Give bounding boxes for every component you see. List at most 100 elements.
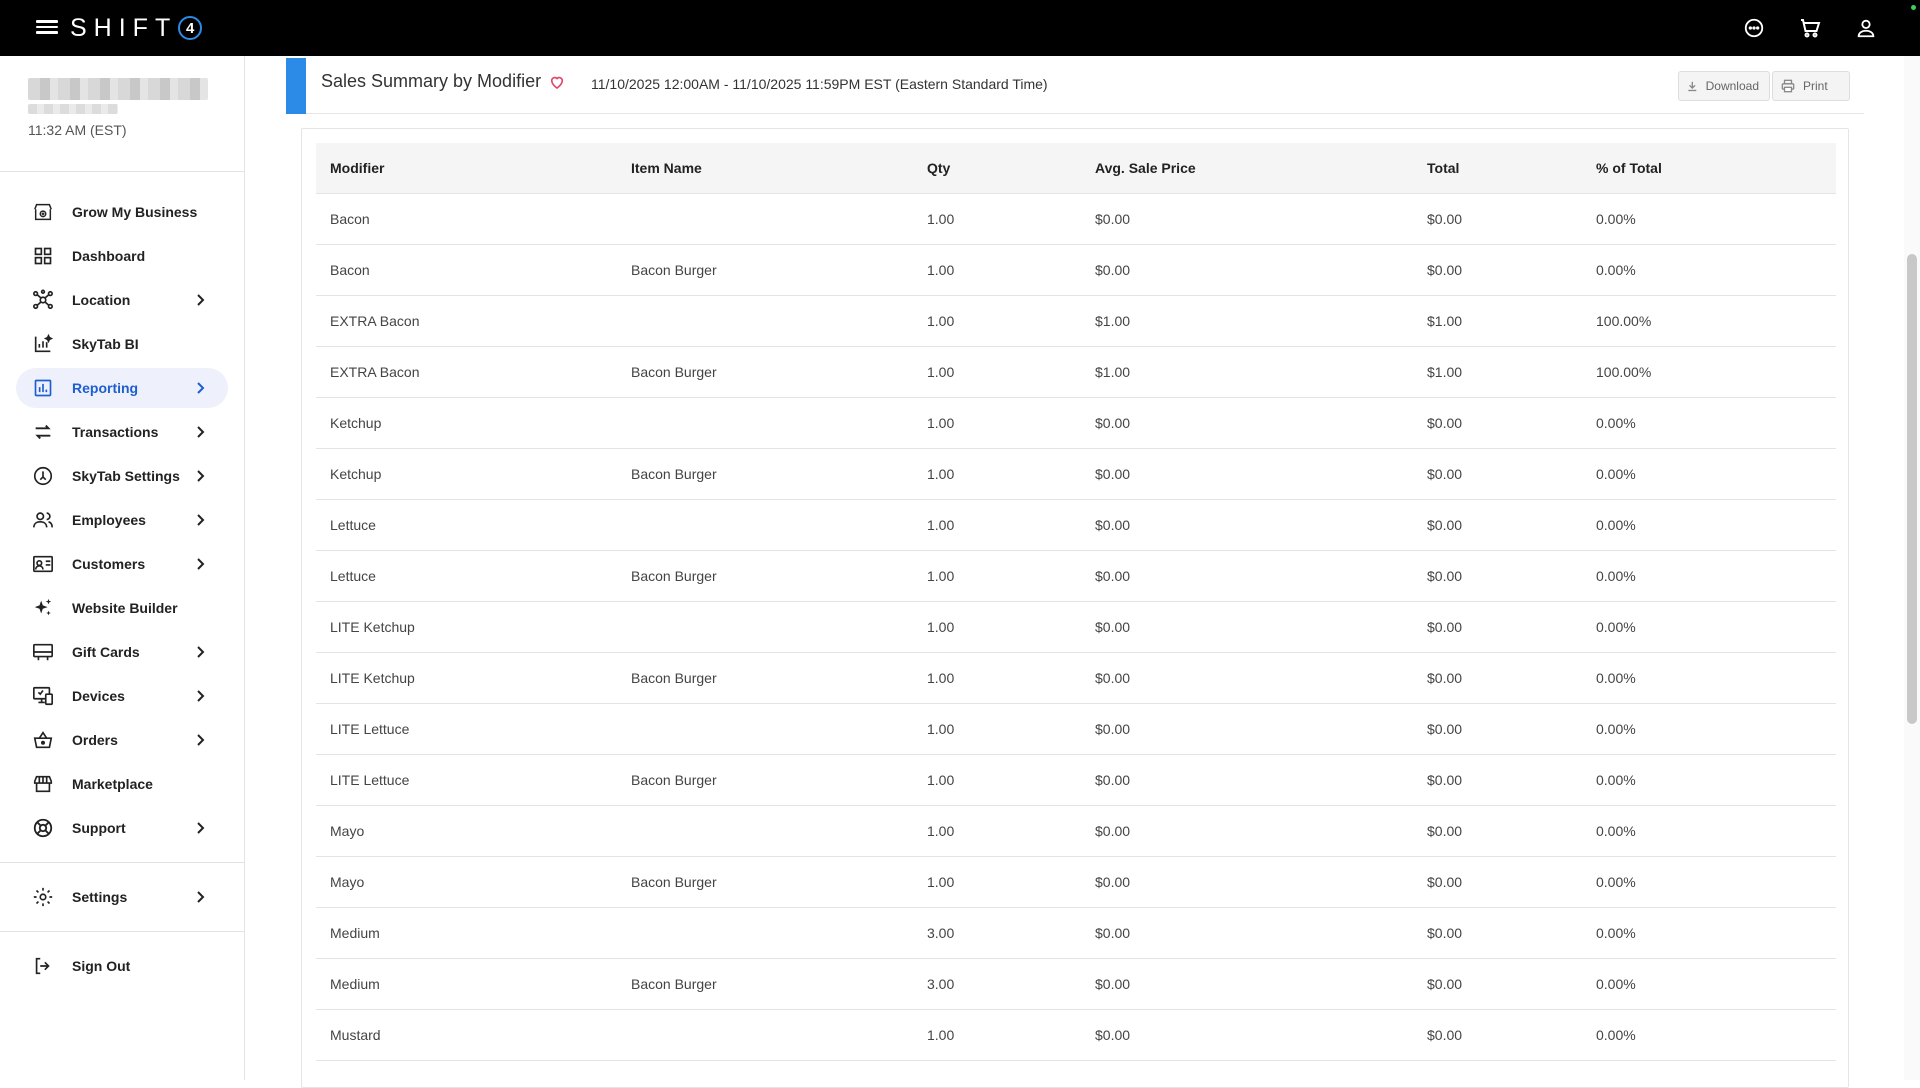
table-cell: 1.00	[927, 210, 955, 227]
table-cell: $1.00	[1427, 312, 1463, 329]
store-growth-icon	[32, 201, 54, 223]
sidebar-item-support[interactable]: Support	[16, 808, 228, 848]
column-header[interactable]: Avg. Sale Price	[1081, 143, 1413, 193]
user-account-icon[interactable]	[1852, 14, 1880, 42]
sidebar-item-employees[interactable]: Employees	[16, 500, 228, 540]
table-row: Bacon 1.00 $0.00 $0.00 0.00%	[316, 193, 1836, 244]
table-cell: Medium	[330, 924, 380, 941]
sidebar-item-label: SkyTab Settings	[72, 468, 180, 484]
sidebar-item-transactions[interactable]: Transactions	[16, 412, 228, 452]
table-cell: 0.00%	[1596, 618, 1636, 635]
sidebar-item-label: Customers	[72, 556, 146, 572]
report-header: Sales Summary by Modifier 11/10/2025 12:…	[286, 56, 1864, 114]
sidebar-item-devices[interactable]: Devices	[16, 676, 228, 716]
sidebar-item-settings[interactable]: Settings	[16, 877, 228, 917]
table-cell: 0.00%	[1596, 261, 1636, 278]
column-header[interactable]: Modifier	[316, 143, 617, 193]
table-cell: Bacon Burger	[631, 771, 717, 788]
table-cell: Mayo	[330, 873, 365, 890]
chevron-right-icon	[197, 514, 205, 526]
sidebar-item-skytab-settings[interactable]: SkyTab Settings	[16, 456, 228, 496]
table-cell: 1.00	[927, 1026, 955, 1043]
table-cell: $0.00	[1427, 1026, 1463, 1043]
gear-icon	[32, 886, 54, 908]
sidebar-item-marketplace[interactable]: Marketplace	[16, 764, 228, 804]
table-cell: $0.00	[1095, 975, 1131, 992]
column-header[interactable]: % of Total	[1582, 143, 1836, 193]
table-row: LITE Lettuce 1.00 $0.00 $0.00 0.00%	[316, 703, 1836, 754]
table-row: Lettuce Bacon Burger 1.00 $0.00 $0.00 0.00%	[316, 550, 1836, 601]
dashboard-grid-icon	[32, 245, 54, 267]
download-button[interactable]: Download	[1678, 71, 1770, 101]
table-cell: 0.00%	[1596, 873, 1636, 890]
nav-divider	[0, 862, 244, 863]
bar-chart-icon	[32, 377, 54, 399]
column-header[interactable]: Item Name	[617, 143, 913, 193]
sidebar-item-orders[interactable]: Orders	[16, 720, 228, 760]
scrollbar-thumb[interactable]	[1907, 254, 1917, 724]
chevron-right-icon	[197, 822, 205, 834]
sidebar-item-website-builder[interactable]: Website Builder	[16, 588, 228, 628]
table-cell	[617, 193, 913, 244]
table-row: Bacon Bacon Burger 1.00 $0.00 $0.00 0.00%	[316, 244, 1836, 295]
accent-bar	[286, 58, 306, 114]
table-cell: $0.00	[1095, 618, 1131, 635]
menu-icon[interactable]	[36, 17, 58, 39]
table-row: LITE Lettuce Bacon Burger 1.00 $0.00 $0.00 0.…	[316, 754, 1836, 805]
column-header[interactable]: Total	[1413, 143, 1582, 193]
table-cell: LITE Ketchup	[330, 618, 415, 635]
table-row: Medium Bacon Burger 3.00 $0.00 $0.00 0.00%	[316, 958, 1836, 1009]
sidebar-item-location[interactable]: Location	[16, 280, 228, 320]
table-row: Ketchup Bacon Burger 1.00 $0.00 $0.00 0.00%	[316, 448, 1836, 499]
cart-icon[interactable]	[1796, 14, 1824, 42]
table-cell: Bacon Burger	[631, 363, 717, 380]
account-info: 11:32 AM (EST)	[0, 56, 244, 172]
table-cell: $1.00	[1427, 363, 1463, 380]
sidebar-item-gift-cards[interactable]: Gift Cards	[16, 632, 228, 672]
sidebar-item-label: Transactions	[72, 424, 159, 440]
sidebar-nav: Grow My Business Dashboard Location SkyTab …	[0, 172, 244, 848]
sidebar-item-label: Devices	[72, 688, 125, 704]
sidebar-item-reporting[interactable]: Reporting	[16, 368, 228, 408]
basket-icon	[32, 729, 54, 751]
table-cell: $0.00	[1095, 261, 1131, 278]
print-button[interactable]: Print	[1772, 71, 1850, 101]
table-cell: 100.00%	[1596, 363, 1652, 380]
table-cell: Mustard	[330, 1026, 381, 1043]
table-cell: $0.00	[1427, 618, 1463, 635]
table-cell: $0.00	[1095, 873, 1131, 890]
chevron-right-icon	[197, 558, 205, 570]
table-cell: Ketchup	[330, 465, 382, 482]
table-row: Lettuce 1.00 $0.00 $0.00 0.00%	[316, 499, 1836, 550]
account-name-redacted	[28, 78, 208, 100]
sidebar-item-label: Reporting	[72, 380, 139, 396]
table-cell: 0.00%	[1596, 822, 1636, 839]
sidebar-item-label: Marketplace	[72, 776, 153, 792]
table-cell: 0.00%	[1596, 720, 1636, 737]
table-cell: Lettuce	[330, 516, 376, 533]
sidebar-item-sign-out[interactable]: Sign Out	[16, 946, 228, 986]
table-cell: 0.00%	[1596, 210, 1636, 227]
table-cell: $0.00	[1427, 873, 1463, 890]
table-cell: Lettuce	[330, 567, 376, 584]
table-cell: 1.00	[927, 261, 955, 278]
sidebar-item-dashboard[interactable]: Dashboard	[16, 236, 228, 276]
sidebar-item-customers[interactable]: Customers	[16, 544, 228, 584]
table-cell: $0.00	[1095, 924, 1131, 941]
table-cell: $0.00	[1427, 669, 1463, 686]
sidebar-item-grow-my-business[interactable]: Grow My Business	[16, 192, 228, 232]
lifebuoy-icon	[32, 817, 54, 839]
column-header[interactable]: Qty	[913, 143, 1081, 193]
table-cell: $1.00	[1095, 312, 1131, 329]
brand-logo[interactable]: SHIFT 4	[70, 12, 203, 44]
chat-icon[interactable]	[1740, 14, 1768, 42]
chevron-right-icon	[197, 382, 205, 394]
table-cell: 0.00%	[1596, 975, 1636, 992]
skytab-settings-icon	[32, 465, 54, 487]
sidebar-item-skytab-bi[interactable]: SkyTab BI	[16, 324, 228, 364]
table-cell	[617, 295, 913, 346]
page-scrollbar[interactable]	[1904, 56, 1920, 1080]
print-label: Print	[1803, 79, 1828, 93]
table-cell: 1.00	[927, 312, 955, 329]
favorite-heart-icon[interactable]	[548, 73, 566, 91]
